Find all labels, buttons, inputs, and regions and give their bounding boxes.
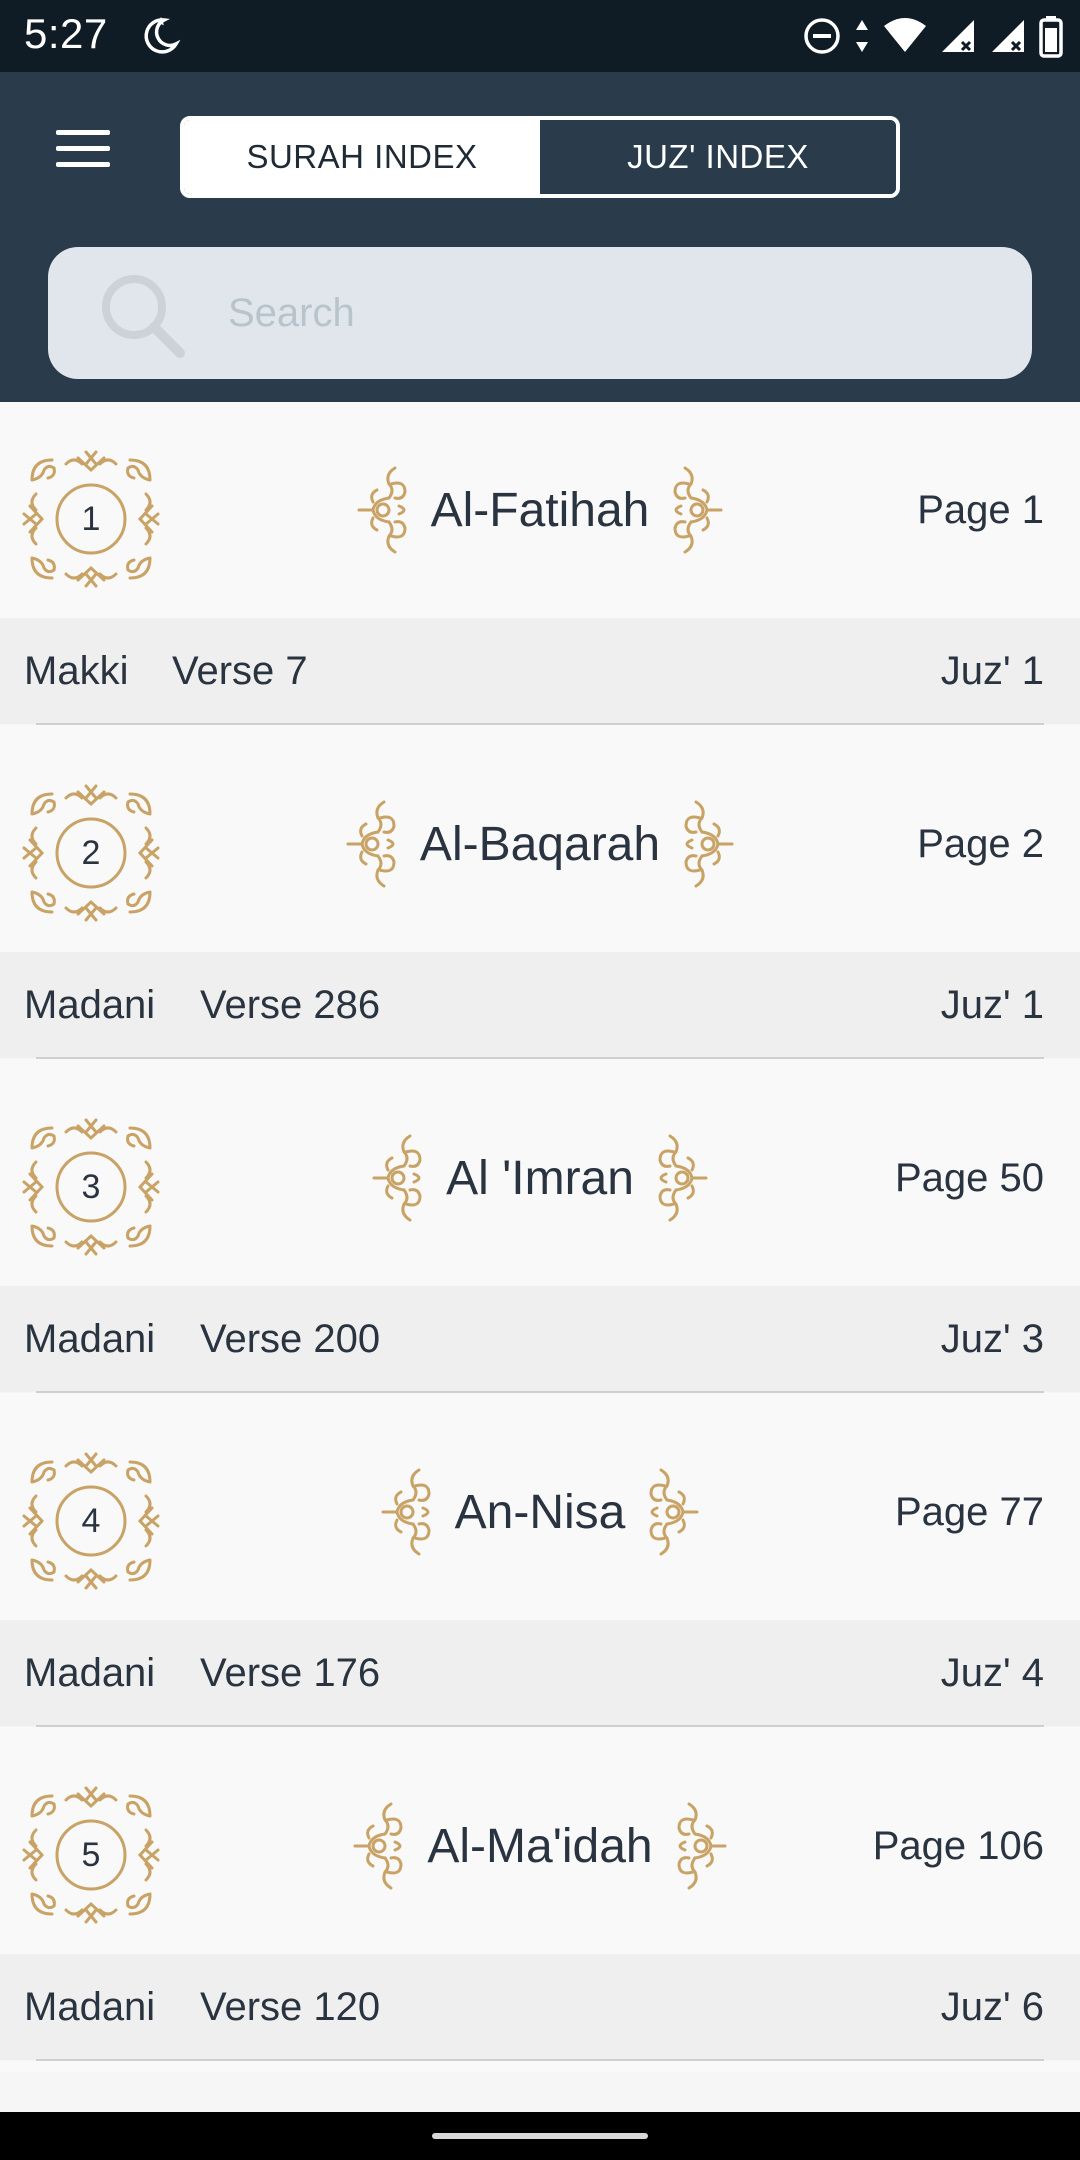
juz-number: Juz' 4: [940, 1650, 1044, 1695]
status-bar: 5:27: [0, 0, 1080, 72]
revelation-type: Madani: [24, 1984, 156, 2029]
verse-count: Verse 200: [200, 1316, 381, 1361]
surah-title: Al-Baqarah: [200, 736, 880, 952]
surah-list-item[interactable]: 2 Al-Baqarah Page 2 Madani Verse 286 Juz…: [0, 736, 1080, 1070]
surah-name: Al-Baqarah: [419, 817, 661, 871]
tab-juz-index[interactable]: JUZ' INDEX: [540, 120, 896, 194]
verse-count: Verse 176: [200, 1650, 381, 1695]
index-tabs: SURAH INDEX JUZ' INDEX: [180, 116, 900, 198]
right-ornament-icon: [677, 1802, 727, 1890]
surah-page: Page 1: [917, 487, 1044, 532]
juz-number: Juz' 3: [940, 1316, 1044, 1361]
surah-page: Page 106: [872, 1823, 1044, 1868]
surah-row-main[interactable]: 2 Al-Baqarah Page 2: [0, 736, 1080, 952]
revelation-type: Makki: [24, 648, 129, 693]
row-spacer: [0, 2061, 1080, 2072]
search-icon: [102, 275, 185, 358]
surah-list: 1 Al-Fatihah Page 1 Makki Verse 7 Juz' 1…: [0, 402, 1080, 2072]
surah-row-main[interactable]: 5 Al-Ma'idah Page 106: [0, 1738, 1080, 1954]
surah-number-badge: 2: [22, 784, 160, 922]
surah-row-meta: Madani Verse 176 Juz' 4: [0, 1620, 1080, 1726]
row-spacer: [0, 1393, 1080, 1404]
surah-list-item[interactable]: 5 Al-Ma'idah Page 106 Madani Verse 120 J…: [0, 1738, 1080, 2072]
surah-number: 4: [81, 1501, 101, 1540]
row-spacer: [0, 1727, 1080, 1738]
right-ornament-icon: [658, 1134, 708, 1222]
surah-name: Al-Fatihah: [430, 483, 650, 537]
status-time: 5:27: [24, 10, 108, 57]
moon-icon: [144, 17, 181, 54]
surah-number: 2: [81, 833, 101, 872]
revelation-type: Madani: [24, 1650, 156, 1695]
status-icons: [802, 12, 1064, 60]
surah-row-main[interactable]: 4 An-Nisa Page 77: [0, 1404, 1080, 1620]
left-ornament-icon: [357, 466, 407, 554]
left-ornament-icon: [372, 1134, 422, 1222]
surah-name: Al-Ma'idah: [427, 1819, 653, 1873]
surah-number-badge: 3: [22, 1118, 160, 1256]
surah-title: Al 'Imran: [200, 1070, 880, 1286]
app-header: SURAH INDEX JUZ' INDEX: [0, 72, 1080, 402]
surah-page: Page 50: [894, 1155, 1044, 1200]
right-ornament-icon: [684, 800, 734, 888]
data-arrows-icon: [856, 20, 868, 52]
surah-row-meta: Madani Verse 200 Juz' 3: [0, 1286, 1080, 1392]
surah-number-badge: 5: [22, 1786, 160, 1924]
battery-icon: [1039, 16, 1063, 58]
navigation-bar: [0, 2112, 1080, 2160]
surah-title: Al-Ma'idah: [200, 1738, 880, 1954]
left-ornament-icon: [381, 1468, 431, 1556]
search-box: [48, 247, 1032, 379]
surah-page: Page 2: [917, 821, 1044, 866]
left-ornament-icon: [353, 1802, 403, 1890]
surah-title: An-Nisa: [200, 1404, 880, 1620]
surah-row-meta: Makki Verse 7 Juz' 1: [0, 618, 1080, 724]
surah-number: 5: [81, 1835, 101, 1874]
row-spacer: [0, 1059, 1080, 1070]
surah-list-item[interactable]: 3 Al 'Imran Page 50 Madani Verse 200 Juz…: [0, 1070, 1080, 1404]
surah-name: Al 'Imran: [446, 1151, 634, 1205]
surah-title: Al-Fatihah: [200, 402, 880, 618]
do-not-disturb-icon: [804, 18, 840, 54]
right-ornament-icon: [673, 466, 723, 554]
surah-number: 1: [81, 499, 101, 538]
surah-page: Page 77: [894, 1489, 1044, 1534]
signal-icon: [992, 20, 1024, 52]
surah-row-main[interactable]: 1 Al-Fatihah Page 1: [0, 402, 1080, 618]
signal-icon: [942, 20, 974, 52]
surah-number: 3: [81, 1167, 101, 1206]
surah-row-main[interactable]: 3 Al 'Imran Page 50: [0, 1070, 1080, 1286]
juz-number: Juz' 6: [940, 1984, 1044, 2029]
verse-count: Verse 120: [200, 1984, 381, 2029]
surah-list-item[interactable]: 1 Al-Fatihah Page 1 Makki Verse 7 Juz' 1: [0, 402, 1080, 736]
juz-number: Juz' 1: [940, 982, 1044, 1027]
surah-number-badge: 4: [22, 1452, 160, 1590]
juz-number: Juz' 1: [940, 648, 1044, 693]
surah-number-badge: 1: [22, 450, 160, 588]
verse-count: Verse 7: [172, 648, 308, 693]
surah-name: An-Nisa: [454, 1485, 626, 1539]
surah-row-meta: Madani Verse 120 Juz' 6: [0, 1954, 1080, 2060]
tab-surah-index[interactable]: SURAH INDEX: [184, 120, 540, 194]
home-indicator[interactable]: [432, 2133, 648, 2139]
row-spacer: [0, 725, 1080, 736]
revelation-type: Madani: [24, 1316, 156, 1361]
surah-row-meta: Madani Verse 286 Juz' 1: [0, 952, 1080, 1058]
surah-list-item[interactable]: 4 An-Nisa Page 77 Madani Verse 176 Juz' …: [0, 1404, 1080, 1738]
right-ornament-icon: [649, 1468, 699, 1556]
verse-count: Verse 286: [200, 982, 381, 1027]
hamburger-menu-icon[interactable]: [40, 112, 126, 184]
revelation-type: Madani: [24, 982, 156, 1027]
left-ornament-icon: [346, 800, 396, 888]
search-input[interactable]: [228, 247, 988, 379]
wifi-icon: [884, 18, 926, 52]
